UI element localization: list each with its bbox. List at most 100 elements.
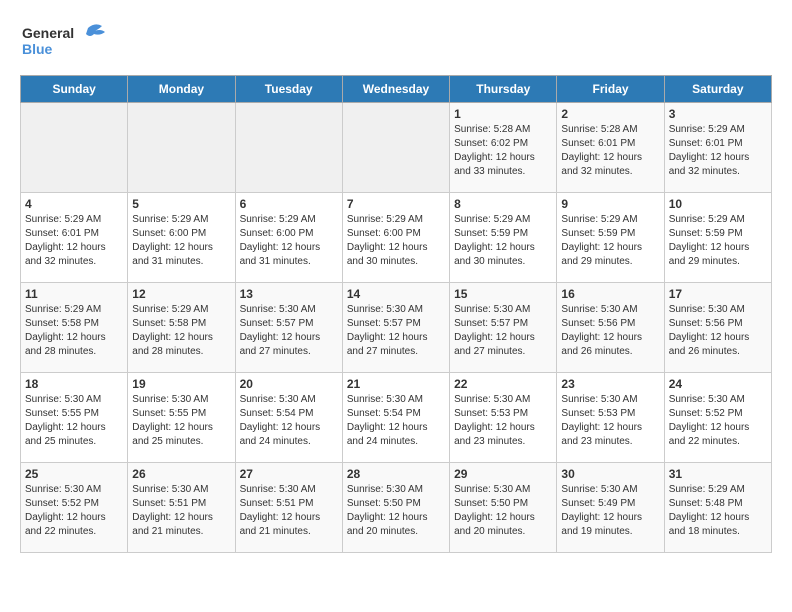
day-info: Sunrise: 5:30 AM Sunset: 5:57 PM Dayligh…: [347, 303, 445, 359]
calendar-cell: 31Sunrise: 5:29 AM Sunset: 5:48 PM Dayli…: [664, 463, 771, 553]
header-day-thursday: Thursday: [450, 76, 557, 103]
day-info: Sunrise: 5:30 AM Sunset: 5:50 PM Dayligh…: [454, 483, 552, 539]
day-info: Sunrise: 5:28 AM Sunset: 6:02 PM Dayligh…: [454, 123, 552, 179]
day-info: Sunrise: 5:29 AM Sunset: 5:58 PM Dayligh…: [132, 303, 230, 359]
logo-text: General Blue: [20, 20, 110, 65]
header-day-wednesday: Wednesday: [342, 76, 449, 103]
calendar-cell: 9 Sunrise: 5:29 AM Sunset: 5:59 PM Daylig…: [557, 193, 664, 283]
day-number: 13: [240, 287, 338, 301]
day-number: 17: [669, 287, 767, 301]
calendar-week-1: 1 Sunrise: 5:28 AM Sunset: 6:02 PM Daylig…: [21, 103, 772, 193]
day-number: 21: [347, 377, 445, 391]
calendar-cell: 10 Sunrise: 5:29 AM Sunset: 5:59 PM Dayli…: [664, 193, 771, 283]
calendar-cell: 2Sunrise: 5:28 AM Sunset: 6:01 PM Daylig…: [557, 103, 664, 193]
calendar-cell: 30 Sunrise: 5:30 AM Sunset: 5:49 PM Dayli…: [557, 463, 664, 553]
day-info: Sunrise: 5:30 AM Sunset: 5:53 PM Dayligh…: [454, 393, 552, 449]
header-day-monday: Monday: [128, 76, 235, 103]
day-number: 26: [132, 467, 230, 481]
calendar-cell: 5 Sunrise: 5:29 AM Sunset: 6:00 PM Daylig…: [128, 193, 235, 283]
calendar-cell: 13Sunrise: 5:30 AM Sunset: 5:57 PM Dayli…: [235, 283, 342, 373]
day-info: Sunrise: 5:30 AM Sunset: 5:51 PM Dayligh…: [132, 483, 230, 539]
day-number: 10: [669, 197, 767, 211]
svg-text:General: General: [22, 25, 74, 41]
calendar-cell: 17 Sunrise: 5:30 AM Sunset: 5:56 PM Dayli…: [664, 283, 771, 373]
header-day-saturday: Saturday: [664, 76, 771, 103]
calendar-cell: [21, 103, 128, 193]
day-info: Sunrise: 5:29 AM Sunset: 5:59 PM Dayligh…: [561, 213, 659, 269]
day-number: 27: [240, 467, 338, 481]
day-info: Sunrise: 5:30 AM Sunset: 5:51 PM Dayligh…: [240, 483, 338, 539]
day-info: Sunrise: 5:29 AM Sunset: 5:58 PM Dayligh…: [25, 303, 123, 359]
day-info: Sunrise: 5:30 AM Sunset: 5:52 PM Dayligh…: [669, 393, 767, 449]
day-number: 29: [454, 467, 552, 481]
calendar-cell: 24 Sunrise: 5:30 AM Sunset: 5:52 PM Dayli…: [664, 373, 771, 463]
day-number: 22: [454, 377, 552, 391]
day-info: Sunrise: 5:29 AM Sunset: 6:00 PM Dayligh…: [132, 213, 230, 269]
day-info: Sunrise: 5:29 AM Sunset: 5:48 PM Dayligh…: [669, 483, 767, 539]
day-number: 30: [561, 467, 659, 481]
calendar-cell: [128, 103, 235, 193]
calendar-cell: 18Sunrise: 5:30 AM Sunset: 5:55 PM Dayli…: [21, 373, 128, 463]
day-number: 11: [25, 287, 123, 301]
calendar-cell: 29 Sunrise: 5:30 AM Sunset: 5:50 PM Dayli…: [450, 463, 557, 553]
day-number: 23: [561, 377, 659, 391]
day-info: Sunrise: 5:29 AM Sunset: 6:01 PM Dayligh…: [25, 213, 123, 269]
day-info: Sunrise: 5:28 AM Sunset: 6:01 PM Dayligh…: [561, 123, 659, 179]
day-number: 14: [347, 287, 445, 301]
day-number: 12: [132, 287, 230, 301]
day-number: 25: [25, 467, 123, 481]
calendar-week-5: 25 Sunrise: 5:30 AM Sunset: 5:52 PM Dayli…: [21, 463, 772, 553]
day-number: 1: [454, 107, 552, 121]
calendar-cell: [342, 103, 449, 193]
day-info: Sunrise: 5:30 AM Sunset: 5:56 PM Dayligh…: [669, 303, 767, 359]
calendar-cell: 19 Sunrise: 5:30 AM Sunset: 5:55 PM Dayli…: [128, 373, 235, 463]
calendar-cell: 28Sunrise: 5:30 AM Sunset: 5:50 PM Dayli…: [342, 463, 449, 553]
day-info: Sunrise: 5:29 AM Sunset: 5:59 PM Dayligh…: [454, 213, 552, 269]
header: General Blue: [20, 20, 772, 65]
calendar-cell: 22 Sunrise: 5:30 AM Sunset: 5:53 PM Dayli…: [450, 373, 557, 463]
calendar-cell: [235, 103, 342, 193]
day-number: 4: [25, 197, 123, 211]
calendar-cell: 14 Sunrise: 5:30 AM Sunset: 5:57 PM Dayli…: [342, 283, 449, 373]
header-day-friday: Friday: [557, 76, 664, 103]
day-number: 5: [132, 197, 230, 211]
day-number: 15: [454, 287, 552, 301]
day-info: Sunrise: 5:30 AM Sunset: 5:49 PM Dayligh…: [561, 483, 659, 539]
header-day-sunday: Sunday: [21, 76, 128, 103]
calendar-cell: 6 Sunrise: 5:29 AM Sunset: 6:00 PM Daylig…: [235, 193, 342, 283]
day-number: 6: [240, 197, 338, 211]
calendar-week-3: 11 Sunrise: 5:29 AM Sunset: 5:58 PM Dayli…: [21, 283, 772, 373]
day-number: 7: [347, 197, 445, 211]
day-number: 19: [132, 377, 230, 391]
day-number: 16: [561, 287, 659, 301]
calendar-cell: 12 Sunrise: 5:29 AM Sunset: 5:58 PM Dayli…: [128, 283, 235, 373]
day-info: Sunrise: 5:30 AM Sunset: 5:54 PM Dayligh…: [240, 393, 338, 449]
calendar-week-4: 18 Sunrise: 5:30 AM Sunset: 5:55 PM Dayli…: [21, 373, 772, 463]
day-info: Sunrise: 5:30 AM Sunset: 5:52 PM Dayligh…: [25, 483, 123, 539]
day-info: Sunrise: 5:30 AM Sunset: 5:50 PM Dayligh…: [347, 483, 445, 539]
logo: General Blue: [20, 20, 110, 65]
title-section: [110, 20, 772, 22]
day-number: 9: [561, 197, 659, 211]
day-info: Sunrise: 5:30 AM Sunset: 5:57 PM Dayligh…: [454, 303, 552, 359]
calendar-cell: 11 Sunrise: 5:29 AM Sunset: 5:58 PM Dayli…: [21, 283, 128, 373]
calendar-cell: 27 Sunrise: 5:30 AM Sunset: 5:51 PM Dayli…: [235, 463, 342, 553]
day-info: Sunrise: 5:30 AM Sunset: 5:56 PM Dayligh…: [561, 303, 659, 359]
calendar-cell: 21Sunrise: 5:30 AM Sunset: 5:54 PM Dayli…: [342, 373, 449, 463]
calendar-cell: 4 Sunrise: 5:29 AM Sunset: 6:01 PM Daylig…: [21, 193, 128, 283]
calendar-cell: 26 Sunrise: 5:30 AM Sunset: 5:51 PM Dayli…: [128, 463, 235, 553]
day-info: Sunrise: 5:30 AM Sunset: 5:55 PM Dayligh…: [132, 393, 230, 449]
calendar-cell: 7Sunrise: 5:29 AM Sunset: 6:00 PM Daylig…: [342, 193, 449, 283]
day-info: Sunrise: 5:29 AM Sunset: 5:59 PM Dayligh…: [669, 213, 767, 269]
calendar-cell: 25 Sunrise: 5:30 AM Sunset: 5:52 PM Dayli…: [21, 463, 128, 553]
day-number: 3: [669, 107, 767, 121]
day-number: 18: [25, 377, 123, 391]
day-info: Sunrise: 5:29 AM Sunset: 6:00 PM Dayligh…: [240, 213, 338, 269]
calendar-cell: 16 Sunrise: 5:30 AM Sunset: 5:56 PM Dayli…: [557, 283, 664, 373]
calendar-cell: 3Sunrise: 5:29 AM Sunset: 6:01 PM Daylig…: [664, 103, 771, 193]
calendar-cell: 15 Sunrise: 5:30 AM Sunset: 5:57 PM Dayli…: [450, 283, 557, 373]
calendar-cell: 1 Sunrise: 5:28 AM Sunset: 6:02 PM Daylig…: [450, 103, 557, 193]
day-info: Sunrise: 5:30 AM Sunset: 5:53 PM Dayligh…: [561, 393, 659, 449]
calendar: SundayMondayTuesdayWednesdayThursdayFrid…: [20, 75, 772, 553]
day-number: 24: [669, 377, 767, 391]
